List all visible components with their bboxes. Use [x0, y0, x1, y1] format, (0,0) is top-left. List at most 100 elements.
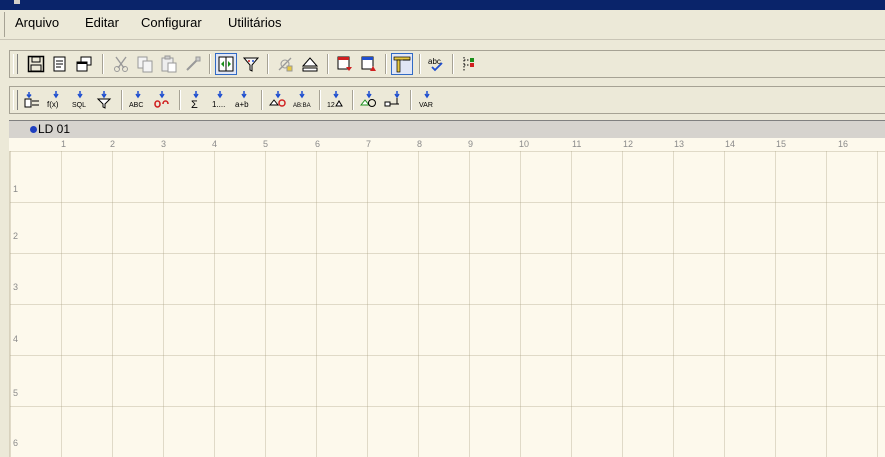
insert-connector-button[interactable]	[382, 89, 404, 111]
format-painter-button[interactable]	[182, 53, 204, 75]
copy-button[interactable]	[134, 53, 156, 75]
windows-button[interactable]	[73, 53, 95, 75]
ruler-button[interactable]	[391, 53, 413, 75]
report-import-icon	[361, 56, 376, 71]
insert-group-button[interactable]	[21, 89, 43, 111]
ruler-icon	[393, 56, 411, 73]
tree-view-button[interactable]	[458, 53, 480, 75]
spell-check-button[interactable]: abc	[425, 53, 447, 75]
insert-sequence-button[interactable]: 1....	[209, 89, 231, 111]
insert-var-button[interactable]: VAR	[416, 89, 438, 111]
insert-link-icon	[154, 91, 169, 108]
print-preview-button[interactable]	[49, 53, 71, 75]
ruler-col: 10	[519, 139, 530, 149]
insert-abba-icon: AB:BA	[293, 91, 311, 109]
ruler-col: 13	[674, 139, 685, 149]
toolbar-separator	[209, 54, 211, 74]
insert-link-button[interactable]	[151, 89, 173, 111]
funnel-icon	[242, 57, 260, 72]
insert-formula-icon: f(x)	[47, 91, 59, 109]
toolbar-separator	[267, 54, 269, 74]
svg-text:AB:BA: AB:BA	[293, 103, 311, 109]
window-title-strip	[0, 0, 885, 10]
menu-arquivo[interactable]: Arquivo	[15, 15, 59, 30]
toolbar-insert: f(x) SQL ABC Σ 1.... a+b AB:BA 12 VAR	[9, 84, 885, 116]
ruler-col: 5	[263, 139, 269, 149]
cut-button[interactable]	[110, 53, 132, 75]
split-view-icon	[218, 56, 234, 72]
filter-button[interactable]	[240, 53, 262, 75]
format-painter-icon	[186, 56, 201, 71]
toolbar-grip[interactable]	[13, 90, 18, 110]
ruler-col: 8	[417, 139, 423, 149]
eject-button[interactable]	[299, 53, 321, 75]
paste-button[interactable]	[158, 53, 180, 75]
svg-text:VAR: VAR	[419, 102, 433, 109]
document-tab[interactable]: LD 01	[30, 122, 70, 137]
toolbar-separator	[319, 90, 321, 110]
insert-db-field-icon	[269, 91, 286, 107]
satellite-icon	[278, 57, 293, 72]
bullet-icon	[30, 126, 37, 133]
insert-shape-icon	[360, 91, 376, 107]
toolbar-separator	[452, 54, 454, 74]
toolbar-separator	[352, 90, 354, 110]
svg-text:1....: 1....	[212, 100, 225, 109]
windows-icon	[76, 56, 92, 72]
insert-abba-button[interactable]: AB:BA	[291, 89, 313, 111]
insert-numeric-icon: 12	[327, 91, 343, 109]
insert-connector-icon	[384, 91, 400, 107]
eject-icon	[301, 57, 319, 72]
menu-configurar[interactable]: Configurar	[141, 15, 202, 30]
row-number: 1	[13, 184, 19, 194]
ruler-col: 9	[468, 139, 474, 149]
insert-text-icon: ABC	[129, 91, 143, 109]
row-number: 3	[13, 282, 19, 292]
paste-icon	[161, 55, 177, 73]
insert-db-field-button[interactable]	[267, 89, 289, 111]
ruler-col: 1	[61, 139, 67, 149]
tree-icon	[463, 57, 474, 71]
ruler-col: 15	[776, 139, 787, 149]
svg-text:abc: abc	[428, 57, 441, 66]
insert-filter-button[interactable]	[93, 89, 115, 111]
document-tab-row: LD 01	[9, 120, 885, 138]
menu-utilitarios[interactable]: Utilitários	[228, 15, 281, 30]
ruler-col: 6	[315, 139, 321, 149]
save-button[interactable]	[25, 53, 47, 75]
toolbar-separator	[327, 54, 329, 74]
export-report-button[interactable]	[334, 53, 356, 75]
insert-numeric-button[interactable]: 12	[325, 89, 347, 111]
copy-icon	[137, 56, 153, 73]
report-export-icon	[337, 56, 352, 71]
row-number: 4	[13, 334, 19, 344]
window-corner	[14, 0, 20, 4]
insert-var-icon: VAR	[419, 91, 433, 109]
ruler-col: 16	[838, 139, 849, 149]
insert-shape-button[interactable]	[358, 89, 380, 111]
connect-button[interactable]	[274, 53, 296, 75]
svg-text:f(x): f(x)	[47, 100, 59, 109]
insert-sequence-icon: 1....	[212, 91, 225, 109]
insert-sql-button[interactable]: SQL	[69, 89, 91, 111]
spell-check-icon: abc	[428, 57, 443, 72]
menu-frame	[4, 12, 5, 37]
ruler-col: 11	[572, 139, 582, 149]
menu-editar[interactable]: Editar	[85, 15, 119, 30]
insert-text-button[interactable]: ABC	[127, 89, 149, 111]
import-report-button[interactable]	[358, 53, 380, 75]
toolbar-grip[interactable]	[13, 54, 18, 74]
report-canvas[interactable]: 1 2 3 4 5 6	[9, 151, 885, 457]
toolbar-separator	[410, 90, 412, 110]
row-number: 2	[13, 231, 19, 241]
toolbar-separator	[261, 90, 263, 110]
insert-expression-button[interactable]: a+b	[233, 89, 255, 111]
insert-sum-button[interactable]: Σ	[185, 89, 207, 111]
print-preview-icon	[53, 56, 66, 72]
ruler-col: 12	[623, 139, 634, 149]
insert-formula-button[interactable]: f(x)	[45, 89, 67, 111]
svg-text:ABC: ABC	[129, 102, 143, 109]
svg-text:12: 12	[327, 102, 335, 109]
toolbar-main: abc	[9, 48, 885, 80]
split-view-button[interactable]	[215, 53, 237, 75]
